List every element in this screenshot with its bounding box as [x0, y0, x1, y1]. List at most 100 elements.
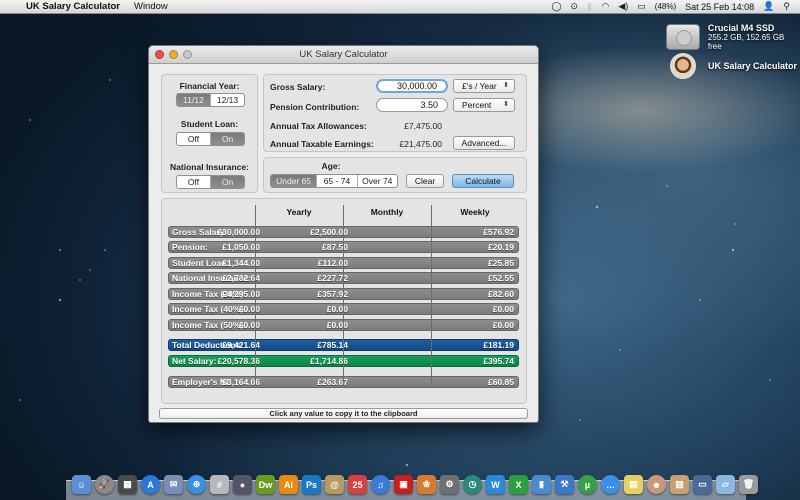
pension-unit-select[interactable]: Percent ⬍: [453, 98, 515, 112]
value-yearly[interactable]: £3,164.06: [180, 377, 260, 388]
battery-icon[interactable]: ▭: [637, 1, 646, 12]
national-insurance-off[interactable]: Off: [177, 176, 211, 188]
dock-finder-icon[interactable]: ☺: [72, 475, 91, 494]
value-monthly[interactable]: £357.92: [268, 289, 348, 300]
battery-percent[interactable]: (48%): [655, 2, 676, 11]
financial-year-12-13[interactable]: 12/13: [211, 94, 244, 106]
dock-downloads-icon[interactable]: ▱: [716, 475, 735, 494]
national-insurance-on[interactable]: On: [211, 176, 244, 188]
value-monthly[interactable]: £112.00: [268, 258, 348, 269]
gross-salary-input[interactable]: 30,000.00: [376, 79, 448, 93]
value-weekly[interactable]: £60.85: [434, 377, 514, 388]
value-yearly[interactable]: £1,050.00: [180, 242, 260, 253]
dock-documents-icon[interactable]: ▭: [693, 475, 712, 494]
value-monthly[interactable]: £1,714.86: [268, 356, 348, 367]
value-yearly[interactable]: £30,000.00: [180, 227, 260, 238]
dock-word-icon[interactable]: W: [486, 475, 505, 494]
student-loan-off[interactable]: Off: [177, 133, 211, 145]
zoom-button[interactable]: [183, 50, 192, 59]
dock-calculator-icon[interactable]: #: [210, 475, 229, 494]
value-yearly[interactable]: £9,421.64: [180, 340, 260, 351]
dock-system-preferences-icon[interactable]: ⚙: [440, 475, 459, 494]
dock-contacts-icon[interactable]: @: [325, 475, 344, 494]
dock-mission-control-icon[interactable]: ▦: [118, 475, 137, 494]
value-weekly[interactable]: £52.55: [434, 273, 514, 284]
value-yearly[interactable]: £20,578.36: [180, 356, 260, 367]
age-over-74[interactable]: Over 74: [358, 175, 397, 187]
desktop-drive[interactable]: Crucial M4 SSD 255.2 GB, 152.65 GB free: [666, 23, 800, 51]
dock-photoshop-icon[interactable]: Ps: [302, 475, 321, 494]
value-weekly[interactable]: £395.74: [434, 356, 514, 367]
financial-year-11-12[interactable]: 11/12: [177, 94, 211, 106]
dock-trash-icon[interactable]: 🗑: [739, 475, 758, 494]
advanced-button[interactable]: Advanced...: [453, 136, 515, 150]
dock-uk-salary-calculator-icon[interactable]: ☻: [647, 475, 666, 494]
dock-utorrent-icon[interactable]: µ: [578, 475, 597, 494]
dock-calendar-icon[interactable]: 25: [348, 475, 367, 494]
minimize-button[interactable]: [169, 50, 178, 59]
value-yearly[interactable]: £0.00: [180, 304, 260, 315]
clock[interactable]: Sat 25 Feb 14:08: [685, 2, 754, 12]
title-bar[interactable]: UK Salary Calculator: [149, 46, 538, 64]
dock-illustrator-icon[interactable]: Ai: [279, 475, 298, 494]
calculate-button[interactable]: Calculate: [452, 174, 514, 188]
dock-photo-booth-icon[interactable]: ▣: [394, 475, 413, 494]
dock-iphoto-icon[interactable]: ❀: [417, 475, 436, 494]
desktop-app-name: UK Salary Calculator: [708, 61, 798, 71]
value-yearly[interactable]: £1,344.00: [180, 258, 260, 269]
dock-stickies-icon[interactable]: ▤: [624, 475, 643, 494]
value-monthly[interactable]: £227.72: [268, 273, 348, 284]
value-weekly[interactable]: £576.92: [434, 227, 514, 238]
value-weekly[interactable]: £0.00: [434, 320, 514, 331]
student-loan-on[interactable]: On: [211, 133, 244, 145]
value-yearly[interactable]: £0.00: [180, 320, 260, 331]
value-yearly[interactable]: £4,295.00: [180, 289, 260, 300]
tax-allowances-value[interactable]: £7,475.00: [374, 121, 442, 131]
dock-messages-icon[interactable]: …: [601, 475, 620, 494]
age-65-74[interactable]: 65 - 74: [317, 175, 358, 187]
dock-xcode-icon[interactable]: ⚒: [555, 475, 574, 494]
value-weekly[interactable]: £20.19: [434, 242, 514, 253]
dock-mail-icon[interactable]: ✉: [164, 475, 183, 494]
dock-time-machine-icon[interactable]: ◷: [463, 475, 482, 494]
value-monthly[interactable]: £785.14: [268, 340, 348, 351]
taxable-earnings-value[interactable]: £21,475.00: [374, 139, 442, 149]
dock-icons: ☺ 🚀 ▦ A ✉ ⊕ # ● Dw Ai Ps @25 ♫ ▣ ❀ ⚙ ◷ W X ▮ ⚒ µ… ▤ ☻ ▥ ▭ ▱ 🗑: [72, 475, 758, 494]
dock-applications-folder-icon[interactable]: ▥: [670, 475, 689, 494]
dock-numbers-icon[interactable]: ▮: [532, 475, 551, 494]
value-weekly[interactable]: £0.00: [434, 304, 514, 315]
bluetooth-icon[interactable]: ᛒ: [587, 2, 592, 12]
value-monthly[interactable]: £263.67: [268, 377, 348, 388]
window-title: UK Salary Calculator: [299, 49, 388, 60]
value-monthly[interactable]: £0.00: [268, 304, 348, 315]
value-monthly[interactable]: £0.00: [268, 320, 348, 331]
time-machine-icon[interactable]: ⊙: [571, 1, 579, 12]
value-yearly[interactable]: £2,732.64: [180, 273, 260, 284]
value-weekly[interactable]: £181.19: [434, 340, 514, 351]
dock-app-store-icon[interactable]: A: [141, 475, 160, 494]
spotlight-search-icon[interactable]: ⚲: [783, 1, 790, 12]
user-icon[interactable]: 👤: [763, 1, 774, 12]
dock-itunes-icon[interactable]: ♫: [371, 475, 390, 494]
app-menu[interactable]: UK Salary Calculator: [26, 1, 120, 12]
close-button[interactable]: [155, 50, 164, 59]
dock-safari-icon[interactable]: ⊕: [187, 475, 206, 494]
notification-icon[interactable]: ◯: [551, 1, 561, 12]
wifi-icon[interactable]: ◠: [601, 1, 609, 12]
window-menu[interactable]: Window: [134, 1, 168, 12]
student-loan-label: Student Loan:: [180, 119, 239, 129]
dock-dreamweaver-icon[interactable]: Dw: [256, 475, 275, 494]
volume-icon[interactable]: ◀): [618, 1, 628, 12]
salary-period-select[interactable]: £'s / Year ⬍: [453, 79, 515, 93]
age-under-65[interactable]: Under 65: [271, 175, 318, 187]
dock-launchpad-icon[interactable]: 🚀: [95, 475, 114, 494]
dock-facetime-icon[interactable]: ●: [233, 475, 252, 494]
value-weekly[interactable]: £25.85: [434, 258, 514, 269]
value-monthly[interactable]: £2,500.00: [268, 227, 348, 238]
value-weekly[interactable]: £82.60: [434, 289, 514, 300]
pension-input[interactable]: 3.50: [376, 98, 448, 112]
dock-excel-icon[interactable]: X: [509, 475, 528, 494]
value-monthly[interactable]: £87.50: [268, 242, 348, 253]
clear-button[interactable]: Clear: [406, 174, 444, 188]
desktop-app-alias[interactable]: UK Salary Calculator: [666, 53, 797, 79]
